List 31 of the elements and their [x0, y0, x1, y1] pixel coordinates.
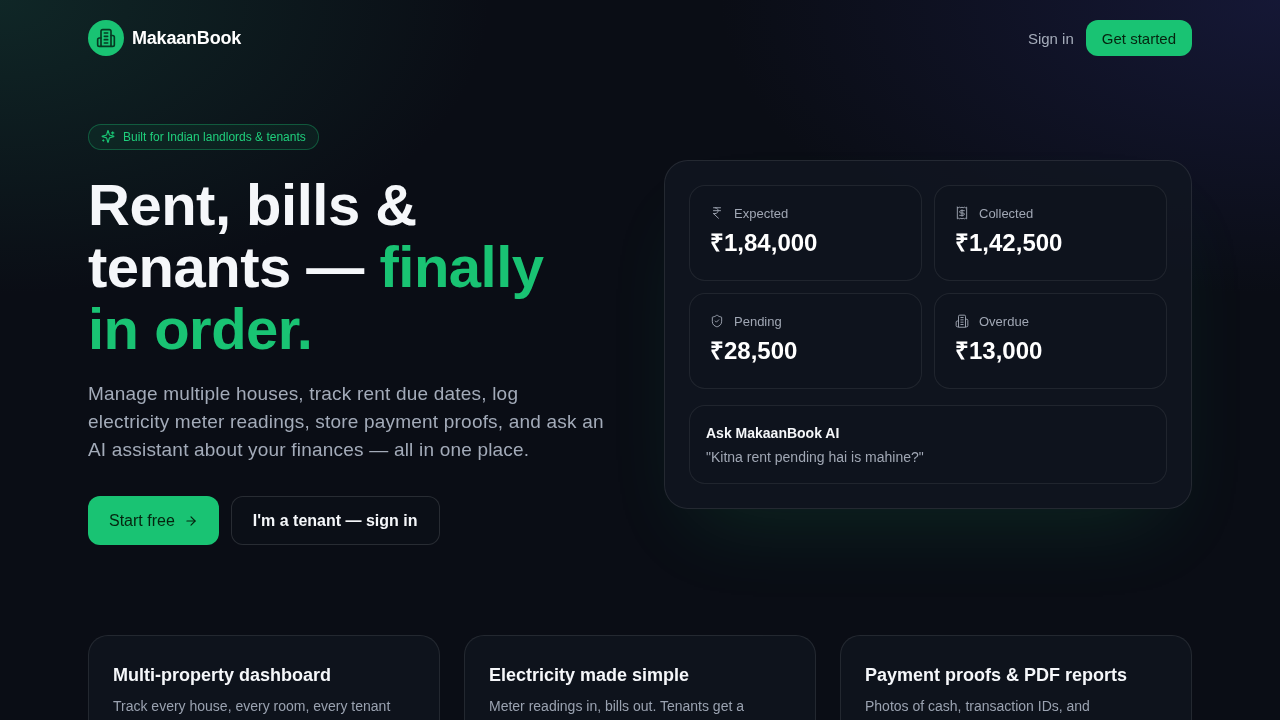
feature-description: Photos of cash, transaction IDs, and: [865, 697, 1091, 716]
start-free-button[interactable]: Start free: [88, 496, 219, 545]
stat-label: Collected: [979, 205, 1034, 221]
feature-description: Track every house, every room, every tenant: [113, 697, 392, 716]
ai-sample-question: "Kitna rent pending hai is mahine?": [706, 448, 925, 467]
ai-card-title: Ask MakaanBook AI: [706, 424, 841, 443]
tenant-sign-in-button[interactable]: I'm a tenant — sign in: [230, 496, 440, 545]
stat-value: ₹13,000: [955, 336, 1044, 366]
stat-label: Expected: [734, 205, 789, 221]
feature-description: Meter readings in, bills out. Tenants get a: [489, 697, 745, 716]
hero-description: Manage multiple houses, track rent due dates, log electricity meter readings, store payment proofs, and ask an AI assistant about your finances — all in one place.: [88, 382, 605, 462]
sparkle-icon: [101, 130, 115, 144]
shield-check-icon: [710, 314, 724, 328]
stat-label: Pending: [734, 313, 782, 329]
audience-tagline: Built for Indian landlords & tenants: [123, 130, 306, 144]
feature-title: Multi-property dashboard: [113, 664, 332, 687]
feature-title: Electricity made simple: [489, 664, 691, 687]
stat-label: Overdue: [979, 313, 1029, 329]
hero-headline: Rent, bills & tenants — finally in order.: [88, 174, 545, 360]
stat-value: ₹1,42,500: [955, 228, 1064, 258]
receipt-icon: [955, 206, 969, 220]
sign-in-link[interactable]: Sign in: [1027, 29, 1074, 47]
building-logo-icon: [88, 20, 124, 56]
brand-name: MakaanBook: [132, 27, 242, 49]
get-started-button[interactable]: Get started: [1085, 20, 1192, 56]
arrow-right-icon: [183, 513, 198, 528]
rupee-icon: [710, 206, 724, 220]
feature-title: Payment proofs & PDF reports: [865, 664, 1129, 687]
stat-value: ₹28,500: [710, 336, 799, 366]
stat-value: ₹1,84,000: [710, 228, 819, 258]
building-icon: [955, 314, 969, 328]
